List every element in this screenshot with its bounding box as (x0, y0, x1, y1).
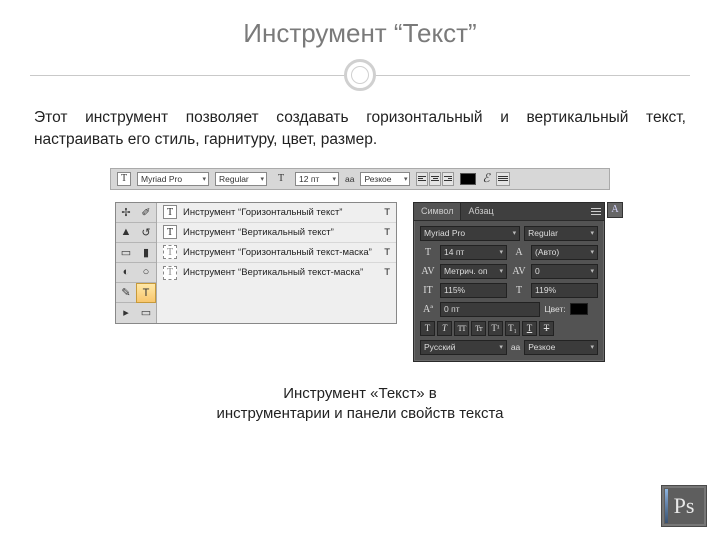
tool-type-selected[interactable]: T (136, 283, 156, 303)
antialias-select[interactable]: Резкое▾ (360, 172, 410, 186)
alignment-group (416, 172, 454, 186)
align-center-button[interactable] (429, 172, 441, 186)
tool-dodge[interactable]: ○ (136, 263, 156, 283)
cp-aa-label: aa (511, 342, 520, 352)
align-left-button[interactable] (416, 172, 428, 186)
tracking-icon: AV (420, 264, 436, 279)
flyout-vertical-type[interactable]: TИнструмент “Вертикальный текст” T (157, 223, 396, 243)
warp-text-button[interactable]: ℰ (482, 171, 489, 186)
size-icon: T (273, 171, 289, 186)
photoshop-badge: Ps (662, 486, 706, 526)
style-strike[interactable]: T (539, 321, 554, 336)
font-size-select[interactable]: 12 пт▾ (295, 172, 339, 186)
tool-gradient[interactable]: ▮ (136, 243, 156, 263)
cp-baseline[interactable]: 0 пт (440, 302, 540, 317)
type-icon: T (163, 205, 177, 219)
font-family-select[interactable]: Myriad Pro▾ (137, 172, 209, 186)
cp-font-family[interactable]: Myriad Pro▾ (420, 226, 520, 241)
cp-tracking[interactable]: Метрич. оп▾ (440, 264, 507, 279)
figure-caption: Инструмент «Текст» в инструментарии и па… (30, 384, 690, 425)
slide-title: Инструмент “Текст” (30, 18, 690, 49)
style-bold[interactable]: T (420, 321, 435, 336)
type-mask-icon: T (163, 245, 177, 259)
type-mask-icon: T (163, 266, 177, 280)
cp-font-style[interactable]: Regular▾ (524, 226, 598, 241)
flyout-horizontal-type[interactable]: TИнструмент “Горизонтальный текст” T (157, 203, 396, 223)
flyout-horizontal-mask[interactable]: TИнструмент “Горизонтальный текст-маска”… (157, 243, 396, 263)
panel-menu-button[interactable] (588, 203, 604, 220)
cp-hscale[interactable]: 115% (440, 283, 507, 298)
color-label: Цвет: (544, 304, 565, 314)
tool-stamp[interactable]: ▲ (116, 223, 136, 243)
cp-vscale[interactable]: 119% (531, 283, 598, 298)
cp-kerning[interactable]: 0▾ (531, 264, 598, 279)
style-underline[interactable]: T (522, 321, 537, 336)
cp-size[interactable]: 14 пт▾ (440, 245, 507, 260)
tool-blur[interactable]: ◐ (116, 263, 136, 283)
type-tool-flyout: TИнструмент “Горизонтальный текст” T TИн… (156, 203, 396, 323)
style-italic[interactable]: T (437, 321, 452, 336)
tool-eraser[interactable]: ▭ (116, 243, 136, 263)
cp-antialias[interactable]: Резкое▾ (524, 340, 598, 355)
panel-toggle-button[interactable] (496, 172, 510, 186)
baseline-icon: Aª (420, 302, 436, 317)
tool-column-left: ✢ ▲ ▭ ◐ ✎ ▸ (116, 203, 136, 323)
kerning-icon: AV (511, 264, 527, 279)
text-color-swatch[interactable] (460, 173, 476, 185)
tool-healing[interactable]: ✢ (116, 203, 136, 223)
style-superscript[interactable]: T¹ (488, 321, 503, 336)
leading-icon: A (511, 245, 527, 260)
style-subscript[interactable]: T₁ (505, 321, 520, 336)
font-style-select[interactable]: Regular▾ (215, 172, 267, 186)
intro-text: Этот инструмент позволяет создавать гори… (34, 107, 686, 152)
title-divider (30, 59, 690, 93)
panel-tabs: Символ Абзац (414, 203, 604, 221)
orientation-toggle[interactable]: T (117, 172, 131, 186)
tool-pen[interactable]: ✎ (116, 283, 136, 303)
size-icon: T (420, 245, 436, 260)
tools-panel: ✢ ▲ ▭ ◐ ✎ ▸ ✐ ↺ ▮ ○ T ▭ TИнстру (115, 202, 397, 324)
type-icon: T (163, 225, 177, 239)
style-smallcaps[interactable]: Tᴛ (471, 321, 486, 336)
hscale-icon: IT (420, 283, 436, 298)
tool-history[interactable]: ↺ (136, 223, 156, 243)
character-panel: Символ Абзац Myriad Pro▾ Regular▾ T 14 п… (413, 202, 605, 362)
vscale-icon: T (511, 283, 527, 298)
panel-dock-icon[interactable]: A (607, 202, 623, 218)
cp-color-swatch[interactable] (570, 303, 588, 315)
tool-shape[interactable]: ▭ (136, 303, 156, 323)
cp-leading[interactable]: (Авто)▾ (531, 245, 598, 260)
tool-path[interactable]: ▸ (116, 303, 136, 323)
flyout-vertical-mask[interactable]: TИнструмент “Вертикальный текст-маска” T (157, 263, 396, 283)
text-options-bar: T Myriad Pro▾ Regular▾ T 12 пт▾ aa Резко… (110, 168, 610, 190)
cp-language[interactable]: Русский▾ (420, 340, 507, 355)
aa-label: aa (345, 174, 354, 184)
tab-character[interactable]: Символ (414, 203, 461, 220)
tool-brush[interactable]: ✐ (136, 203, 156, 223)
style-allcaps[interactable]: TT (454, 321, 469, 336)
tab-paragraph[interactable]: Абзац (461, 203, 500, 220)
align-right-button[interactable] (442, 172, 454, 186)
tool-column-right: ✐ ↺ ▮ ○ T ▭ (136, 203, 156, 323)
